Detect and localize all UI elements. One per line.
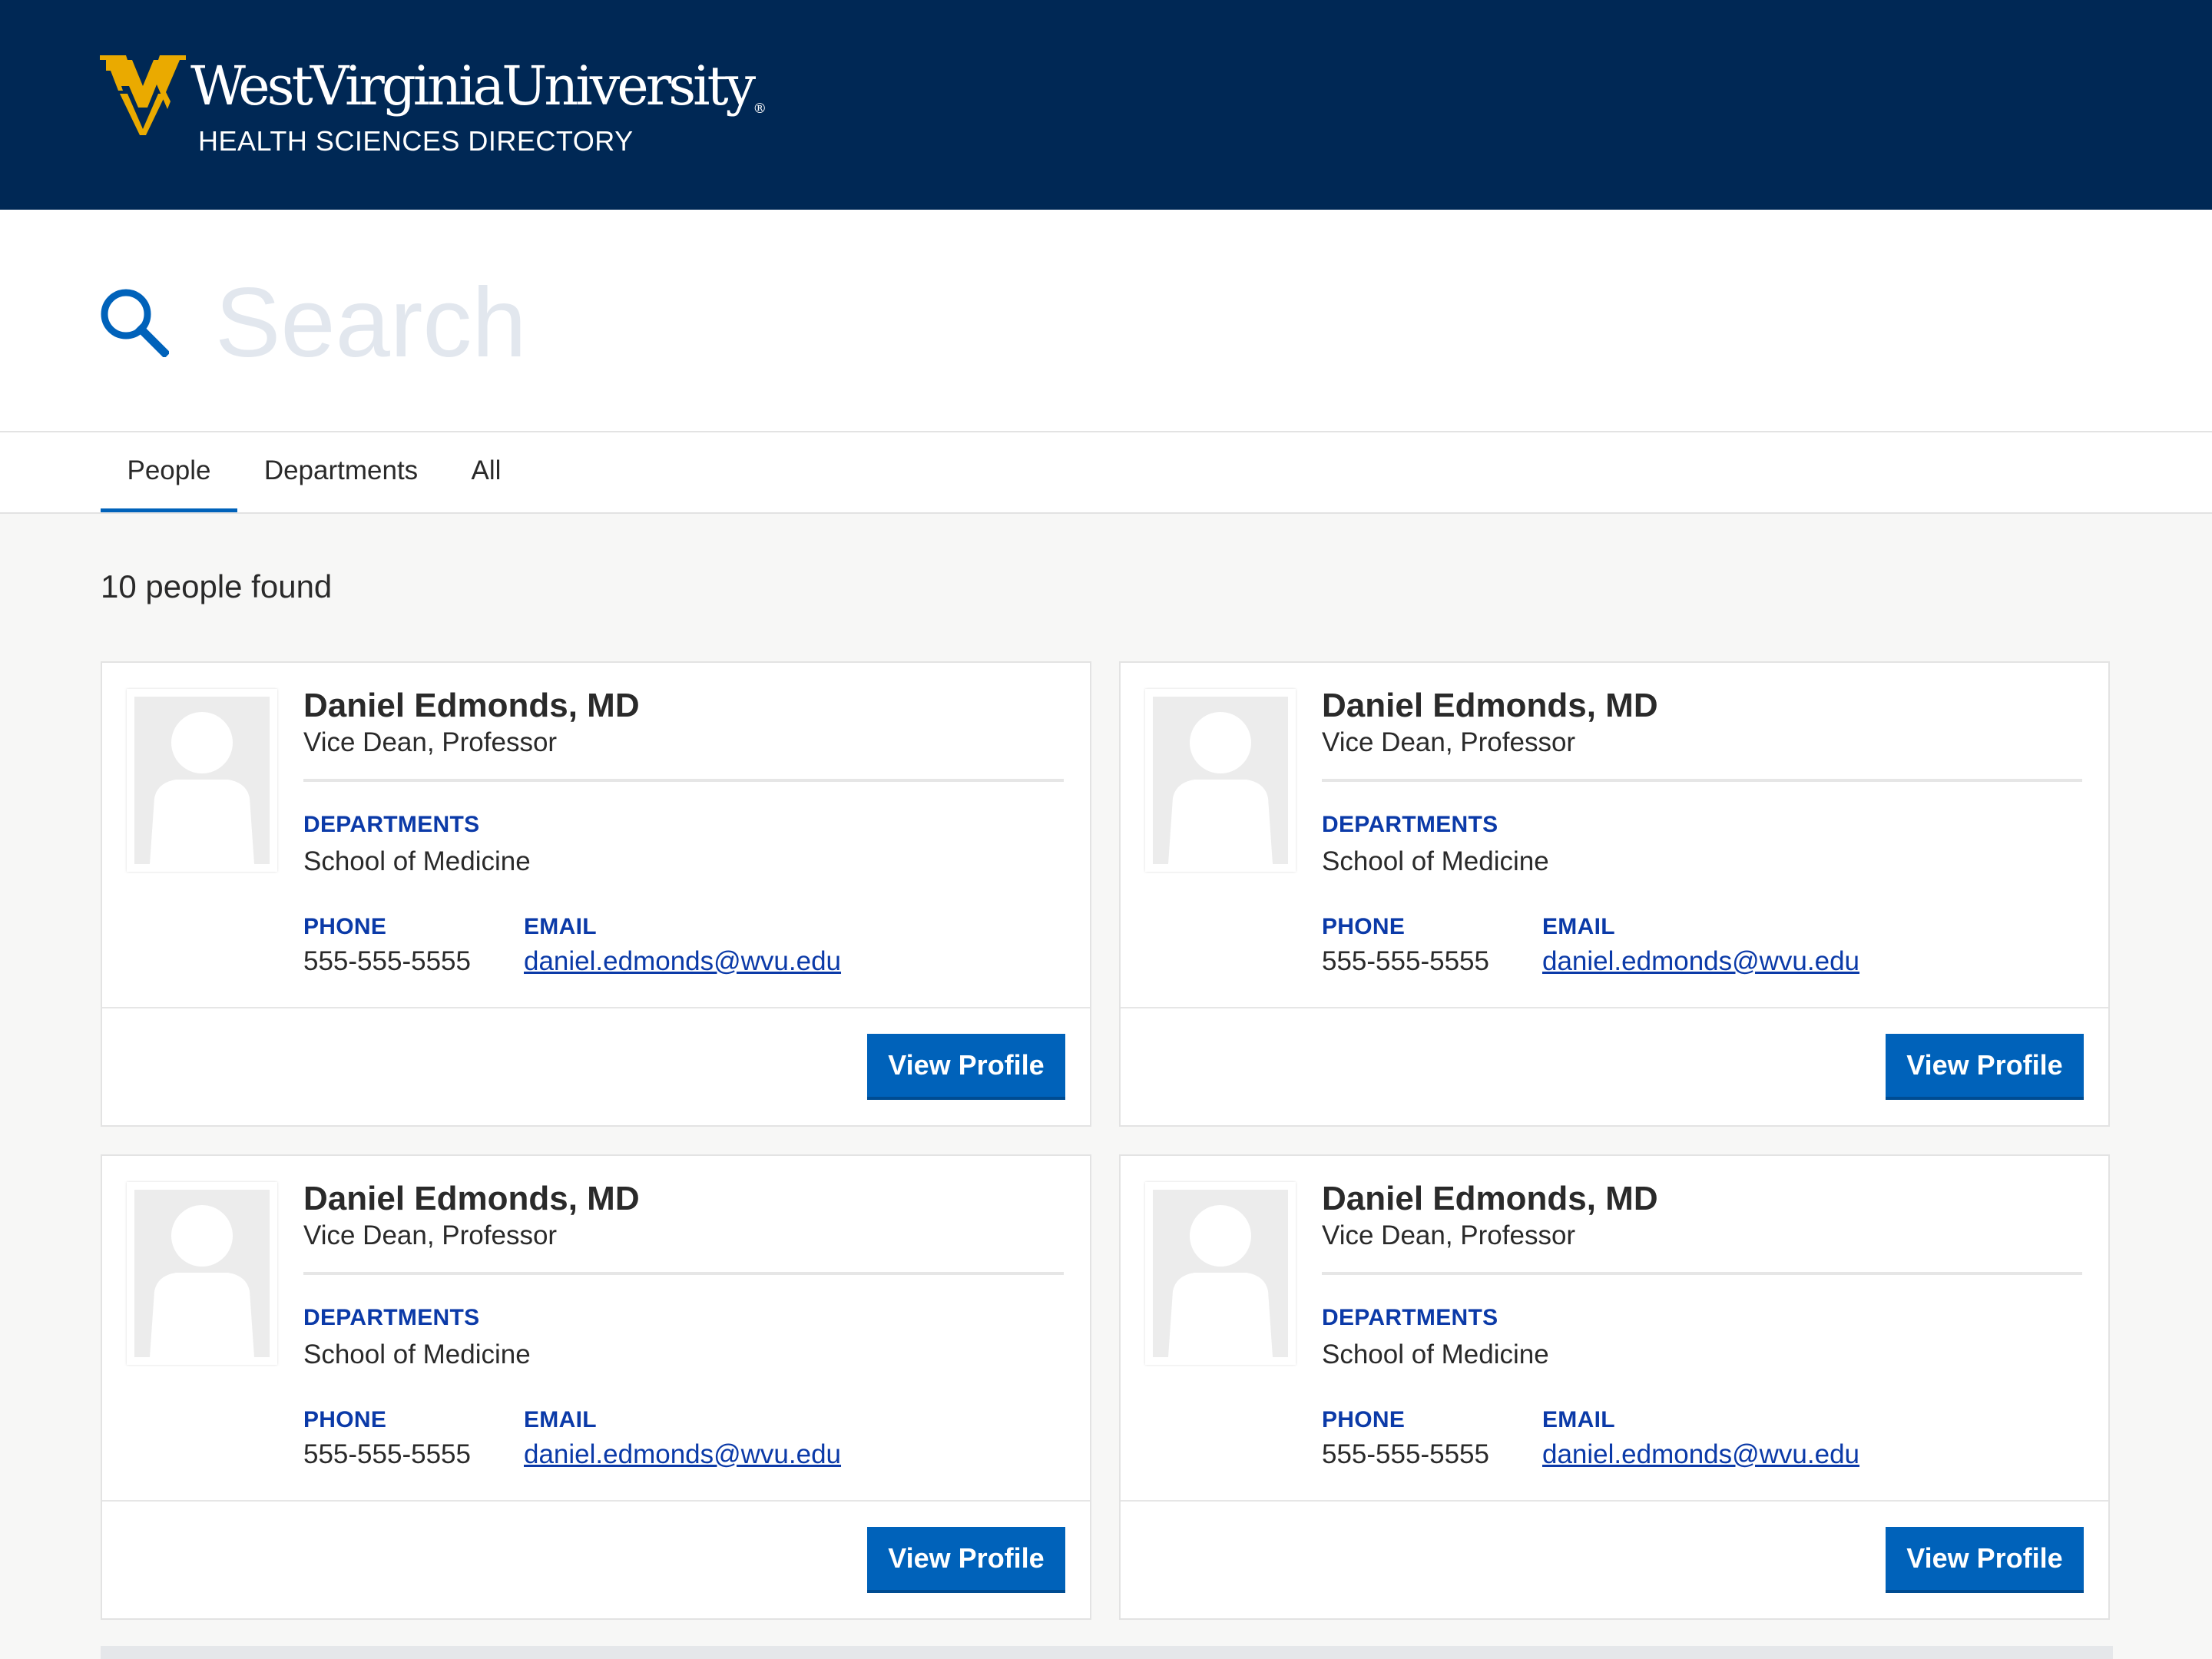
result-tabs: People Departments All (0, 432, 2212, 514)
card-divider (303, 1272, 1064, 1275)
departments-label: DEPARTMENTS (303, 1305, 480, 1330)
email-link[interactable]: daniel.edmonds@wvu.edu (1542, 945, 1859, 979)
card-footer-divider (102, 1500, 1090, 1502)
phone-label: PHONE (1322, 1407, 1406, 1432)
person-card: Daniel Edmonds, MD Vice Dean, Professor DE… (1119, 661, 2110, 1127)
search-input[interactable] (215, 265, 2058, 380)
card-divider (1322, 779, 2082, 782)
person-title: Vice Dean, Professor (1322, 1220, 1576, 1250)
tab-all[interactable]: All (459, 432, 514, 512)
avatar[interactable] (127, 689, 277, 872)
view-profile-button[interactable]: View Profile (1886, 1527, 2084, 1593)
avatar[interactable] (1145, 1182, 1296, 1365)
person-title: Vice Dean, Professor (303, 1220, 558, 1250)
card-divider (303, 779, 1064, 782)
person-name: Daniel Edmonds, MD (1322, 1180, 1658, 1217)
view-profile-button[interactable]: View Profile (867, 1527, 1065, 1593)
phone-label: PHONE (1322, 914, 1406, 939)
avatar[interactable] (127, 1182, 277, 1365)
tab-people[interactable]: People (101, 432, 237, 512)
wordmark-text: WestVirginiaUniversity (190, 55, 756, 118)
person-name: Daniel Edmonds, MD (1322, 687, 1658, 724)
department-value: School of Medicine (1322, 846, 1549, 876)
email-link[interactable]: daniel.edmonds@wvu.edu (524, 945, 841, 979)
card-divider (1322, 1272, 2082, 1275)
person-placeholder-icon (134, 1190, 270, 1357)
directory-subtitle: HEALTH SCIENCES DIRECTORY (198, 125, 634, 157)
person-placeholder-icon (1153, 1190, 1288, 1357)
avatar[interactable] (1145, 689, 1296, 872)
person-title: Vice Dean, Professor (1322, 727, 1576, 757)
departments-label: DEPARTMENTS (1322, 812, 1498, 837)
departments-label: DEPARTMENTS (303, 812, 480, 837)
person-title: Vice Dean, Professor (303, 727, 558, 757)
trademark-symbol: ® (753, 101, 767, 117)
result-count: 10 people found (101, 568, 333, 604)
person-card: Daniel Edmonds, MD Vice Dean, Professor DE… (1119, 1154, 2110, 1620)
email-link[interactable]: daniel.edmonds@wvu.edu (524, 1438, 841, 1472)
phone-value: 555-555-5555 (303, 946, 471, 976)
email-label: EMAIL (524, 914, 597, 939)
tab-departments[interactable]: Departments (253, 432, 429, 512)
phone-label: PHONE (303, 1407, 387, 1432)
phone-value: 555-555-5555 (1322, 946, 1489, 976)
department-value: School of Medicine (1322, 1339, 1549, 1369)
person-card: Daniel Edmonds, MD Vice Dean, Professor DE… (101, 661, 1091, 1127)
person-name: Daniel Edmonds, MD (303, 1180, 640, 1217)
email-label: EMAIL (1542, 1407, 1615, 1432)
view-profile-button[interactable]: View Profile (1886, 1034, 2084, 1100)
card-footer-divider (1121, 1500, 2108, 1502)
card-footer-divider (102, 1007, 1090, 1008)
email-label: EMAIL (1542, 914, 1615, 939)
view-profile-button[interactable]: View Profile (867, 1034, 1065, 1100)
person-placeholder-icon (1153, 697, 1288, 864)
card-footer-divider (1121, 1007, 2108, 1008)
person-name: Daniel Edmonds, MD (303, 687, 640, 724)
university-wordmark: WestVirginiaUniversity® (190, 54, 767, 118)
wvu-flying-wv-logo-icon[interactable] (100, 54, 186, 135)
person-card: Daniel Edmonds, MD Vice Dean, Professor DE… (101, 1154, 1091, 1620)
site-header: WestVirginiaUniversity® HEALTH SCIENCES … (0, 0, 2212, 210)
next-result-card-edge (101, 1646, 2113, 1659)
email-label: EMAIL (524, 1407, 597, 1432)
person-placeholder-icon (134, 697, 270, 864)
departments-label: DEPARTMENTS (1322, 1305, 1498, 1330)
department-value: School of Medicine (303, 846, 531, 876)
email-link[interactable]: daniel.edmonds@wvu.edu (1542, 1438, 1859, 1472)
search-icon[interactable] (98, 286, 169, 357)
phone-label: PHONE (303, 914, 387, 939)
department-value: School of Medicine (303, 1339, 531, 1369)
phone-value: 555-555-5555 (1322, 1439, 1489, 1469)
phone-value: 555-555-5555 (303, 1439, 471, 1469)
